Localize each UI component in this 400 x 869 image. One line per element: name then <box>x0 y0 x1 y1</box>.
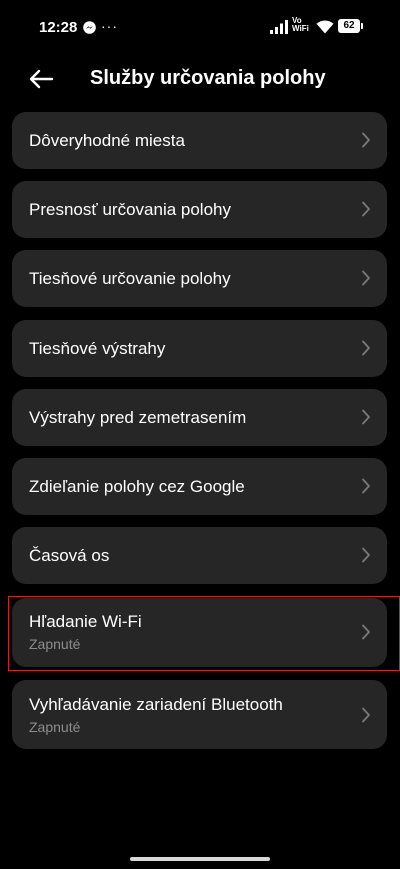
item-status: Zapnuté <box>29 719 81 735</box>
chevron-right-icon <box>362 547 370 563</box>
chevron-right-icon <box>362 624 370 640</box>
screen: 12:28 ··· Vo WiFi 62 Služby určovania po… <box>0 0 400 869</box>
vowifi-icon: Vo WiFi <box>292 17 312 35</box>
item-status: Zapnuté <box>29 636 81 652</box>
page-title: Služby určovania polohy <box>90 67 326 89</box>
chevron-right-icon <box>362 478 370 494</box>
chevron-right-icon <box>362 132 370 148</box>
back-button[interactable] <box>24 62 58 96</box>
item-label: Hľadanie Wi-Fi <box>29 612 142 631</box>
item-label: Tiesňové určovanie polohy <box>29 269 231 288</box>
item-label: Časová os <box>29 546 110 565</box>
list-item-emergency-alerts[interactable]: Tiesňové výstrahy <box>12 320 387 377</box>
item-label: Zdieľanie polohy cez Google <box>29 477 245 496</box>
list-item-wifi-scanning[interactable]: Hľadanie Wi-Fi Zapnuté <box>12 598 387 667</box>
chevron-right-icon <box>362 707 370 723</box>
battery-icon: 62 <box>338 19 364 33</box>
wifi-icon <box>316 20 334 34</box>
home-indicator[interactable] <box>130 857 270 861</box>
list-item-timeline[interactable]: Časová os <box>12 527 387 584</box>
list-item-earthquake-alerts[interactable]: Výstrahy pred zemetrasením <box>12 389 387 446</box>
item-label: Presnosť určovania polohy <box>29 200 231 219</box>
item-label: Výstrahy pred zemetrasením <box>29 408 247 427</box>
status-time: 12:28 <box>39 19 78 36</box>
item-label: Dôveryhodné miesta <box>29 131 185 150</box>
list-item-google-location-sharing[interactable]: Zdieľanie polohy cez Google <box>12 458 387 515</box>
list-item-location-accuracy[interactable]: Presnosť určovania polohy <box>12 181 387 238</box>
more-dots-icon: ··· <box>101 18 118 34</box>
list-item-emergency-location[interactable]: Tiesňové určovanie polohy <box>12 250 387 307</box>
chevron-right-icon <box>362 201 370 217</box>
item-label: Vyhľadávanie zariadení Bluetooth <box>29 695 283 714</box>
chevron-right-icon <box>362 340 370 356</box>
list-item-trusted-places[interactable]: Dôveryhodné miesta <box>12 112 387 169</box>
chevron-right-icon <box>362 409 370 425</box>
signal-icon <box>270 20 288 34</box>
arrow-left-icon <box>29 69 54 89</box>
item-label: Tiesňové výstrahy <box>29 339 166 358</box>
battery-tip <box>361 23 363 29</box>
messenger-icon <box>83 21 96 34</box>
chevron-right-icon <box>362 270 370 286</box>
status-bar: 12:28 ··· Vo WiFi 62 <box>0 0 400 56</box>
vowifi-bottom-label: WiFi <box>292 24 309 33</box>
list-item-bluetooth-scanning[interactable]: Vyhľadávanie zariadení Bluetooth Zapnuté <box>12 680 387 749</box>
battery-level: 62 <box>338 19 360 33</box>
